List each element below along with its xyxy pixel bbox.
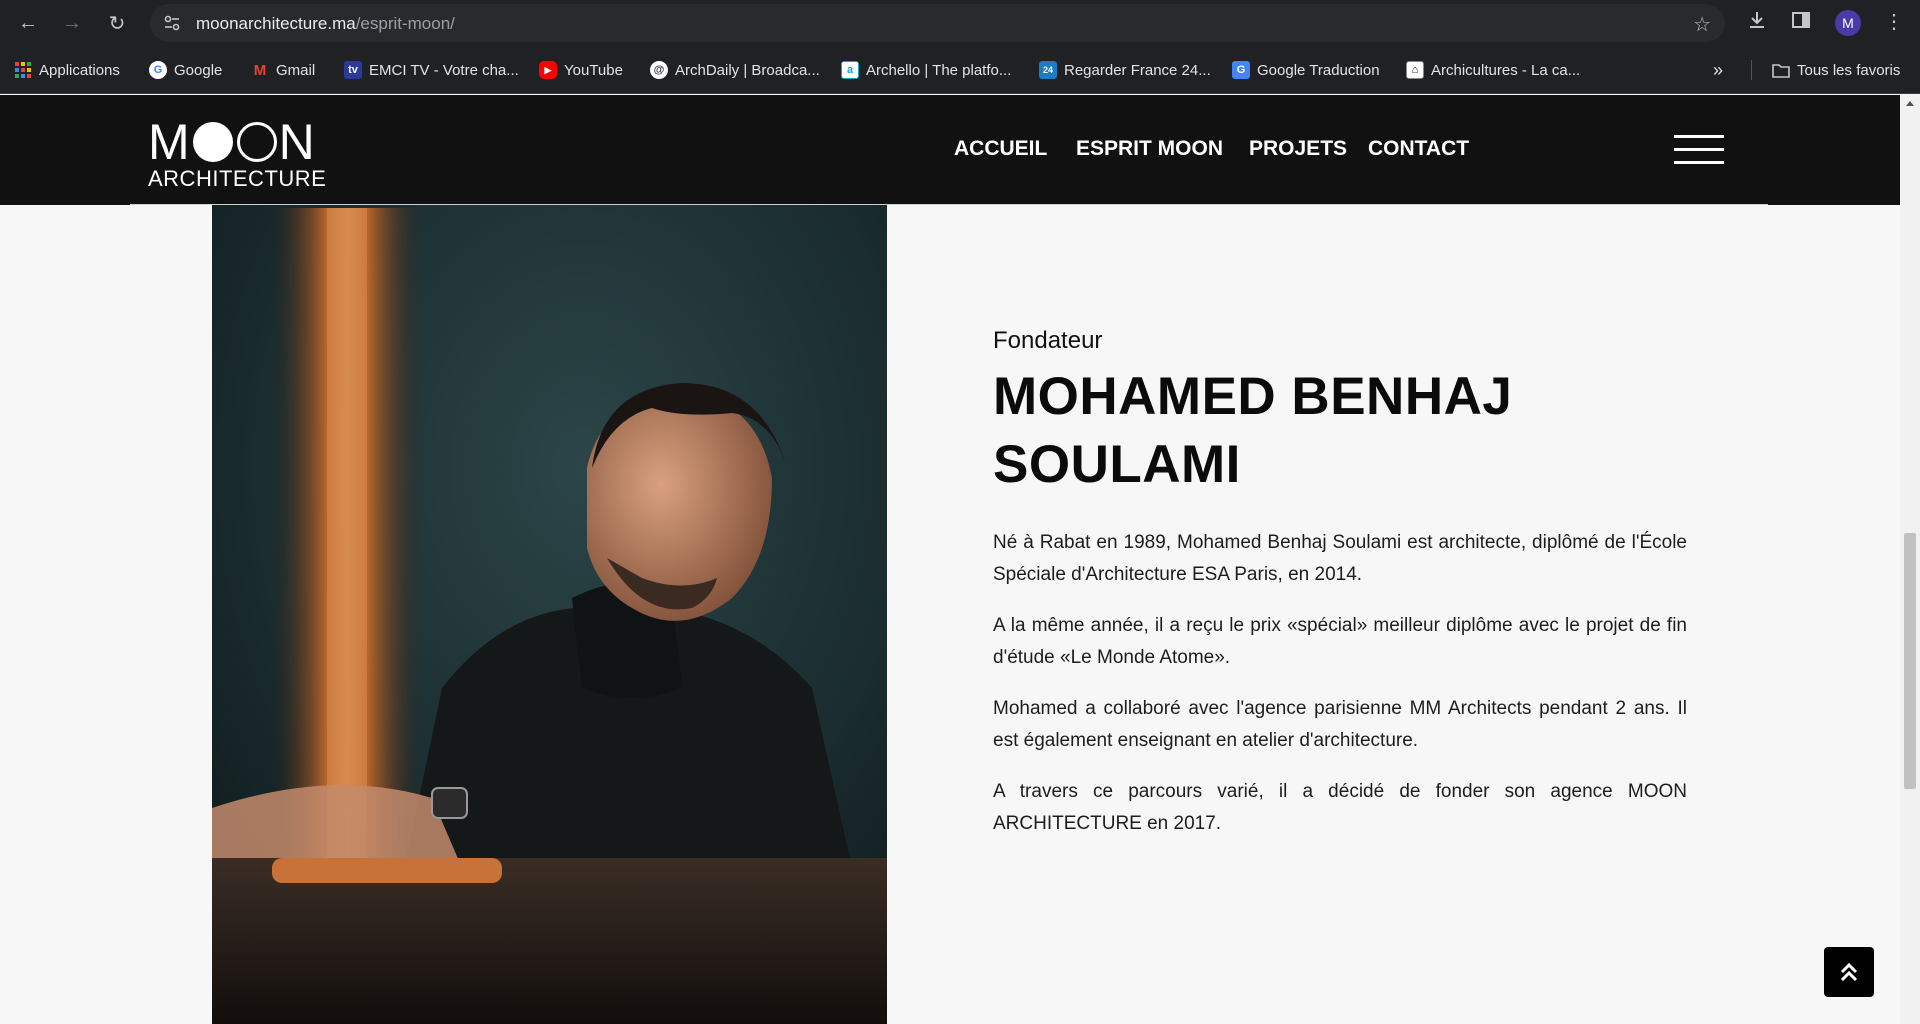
download-icon[interactable] <box>1746 9 1768 37</box>
emci-tv-icon: tv <box>344 61 362 79</box>
bookmark-archdaily[interactable]: @ ArchDaily | Broadca... <box>650 58 820 82</box>
logo-moon-full-icon <box>192 122 233 162</box>
archello-icon: a <box>841 61 859 79</box>
bio-paragraph: A travers ce parcours varié, il a décidé… <box>993 781 1687 834</box>
bookmarks-bar: Applications G Google M Gmail tv EMCI TV… <box>0 46 1920 94</box>
bookmark-archicultures[interactable]: ⌂ Archicultures - La ca... <box>1406 58 1580 82</box>
gmail-icon: M <box>253 61 267 79</box>
url-host: moonarchitecture.ma <box>196 14 356 33</box>
bio-paragraph: A la même année, il a reçu le prix «spéc… <box>993 615 1687 668</box>
bookmark-label: YouTube <box>564 61 623 79</box>
bookmark-google[interactable]: G Google <box>149 58 222 82</box>
bookmark-youtube[interactable]: ▶ YouTube <box>539 58 623 82</box>
bookmark-label: Google <box>174 61 223 79</box>
bookmarks-divider <box>1751 60 1752 80</box>
founder-name-line2: SOULAMI <box>993 435 1241 494</box>
side-panel-icon[interactable] <box>1790 9 1812 37</box>
founder-section: Fondateur MOHAMED BENHAJ SOULAMI Né à Ra… <box>993 327 1687 859</box>
site-header: M N ARCHITECTURE ACCUEIL ESPRIT MOON PRO… <box>0 95 1900 205</box>
scrollbar-thumb[interactable] <box>1904 533 1916 789</box>
bookmark-label: Regarder France 24... <box>1064 61 1211 79</box>
founder-portrait-image <box>212 168 887 1024</box>
page-scrollbar[interactable] <box>1900 95 1920 1024</box>
nav-esprit-moon[interactable]: ESPRIT MOON <box>1076 137 1223 161</box>
bookmark-archello[interactable]: a Archello | The platfo... <box>841 58 1011 82</box>
scroll-to-top-button[interactable] <box>1824 947 1874 997</box>
bookmark-applications[interactable]: Applications <box>14 58 120 82</box>
bookmark-label: Archicultures - La ca... <box>1431 61 1581 79</box>
google-translate-icon: G <box>1232 61 1250 79</box>
browser-toolbar: ← → ↻ moonarchitecture.ma/esprit-moon/ ☆… <box>0 0 1920 46</box>
founder-name: MOHAMED BENHAJ SOULAMI <box>993 363 1687 499</box>
founder-name-line1: MOHAMED BENHAJ <box>993 367 1513 426</box>
nav-projets[interactable]: PROJETS <box>1249 137 1347 161</box>
bookmark-label: Gmail <box>276 61 316 79</box>
nav-contact[interactable]: CONTACT <box>1368 137 1469 161</box>
bookmarks-overflow-icon[interactable]: » <box>1713 58 1723 82</box>
bookmark-label: Tous les favoris <box>1797 61 1901 79</box>
france24-icon: 24 <box>1039 61 1057 79</box>
moon-architecture-logo[interactable]: M N ARCHITECTURE <box>148 114 326 191</box>
forward-icon[interactable]: → <box>58 9 86 37</box>
site-settings-icon[interactable] <box>162 13 182 33</box>
logo-moon-ring-icon <box>236 122 277 162</box>
reload-icon[interactable]: ↻ <box>103 9 131 37</box>
url-path: /esprit-moon/ <box>355 14 455 33</box>
apps-grid-icon <box>14 61 32 79</box>
bookmark-google-translate[interactable]: G Google Traduction <box>1232 58 1380 82</box>
bookmark-emci[interactable]: tv EMCI TV - Votre cha... <box>344 58 519 82</box>
bookmark-label: EMCI TV - Votre cha... <box>369 61 519 79</box>
nav-accueil[interactable]: ACCUEIL <box>954 137 1047 161</box>
folder-icon <box>1772 61 1790 79</box>
bookmark-label: Applications <box>39 61 120 79</box>
address-bar[interactable]: moonarchitecture.ma/esprit-moon/ ☆ <box>150 4 1725 42</box>
google-icon: G <box>149 61 167 79</box>
founder-role: Fondateur <box>993 327 1103 354</box>
bookmark-star-icon[interactable]: ☆ <box>1693 12 1711 37</box>
bio-paragraph: Né à Rabat en 1989, Mohamed Benhaj Soula… <box>993 532 1687 585</box>
bio-paragraph: Mohamed a collaboré avec l'agence parisi… <box>993 698 1687 751</box>
profile-avatar[interactable]: M <box>1835 10 1861 36</box>
hamburger-menu-icon[interactable] <box>1674 135 1724 165</box>
bookmark-label: Archello | The platfo... <box>866 61 1012 79</box>
bookmark-label: Google Traduction <box>1257 61 1380 79</box>
youtube-icon: ▶ <box>539 61 557 79</box>
back-icon[interactable]: ← <box>14 9 42 37</box>
header-divider <box>130 204 1768 205</box>
logo-subtitle: ARCHITECTURE <box>148 166 327 191</box>
bookmark-label: ArchDaily | Broadca... <box>675 61 820 79</box>
logo-wordmark: M N <box>148 114 316 170</box>
archicultures-icon: ⌂ <box>1406 61 1424 79</box>
bookmark-france24[interactable]: 24 Regarder France 24... <box>1039 58 1211 82</box>
scroll-up-arrow-icon[interactable] <box>1906 101 1914 106</box>
bookmark-gmail[interactable]: M Gmail <box>251 58 315 82</box>
double-chevron-up-icon <box>1840 962 1858 982</box>
website-viewport: M N ARCHITECTURE ACCUEIL ESPRIT MOON PRO… <box>0 95 1900 1024</box>
menu-kebab-icon[interactable]: ⋮ <box>1884 9 1904 34</box>
url-text[interactable]: moonarchitecture.ma/esprit-moon/ <box>196 14 455 34</box>
all-bookmarks-folder[interactable]: Tous les favoris <box>1772 58 1900 82</box>
archdaily-icon: @ <box>650 61 668 79</box>
